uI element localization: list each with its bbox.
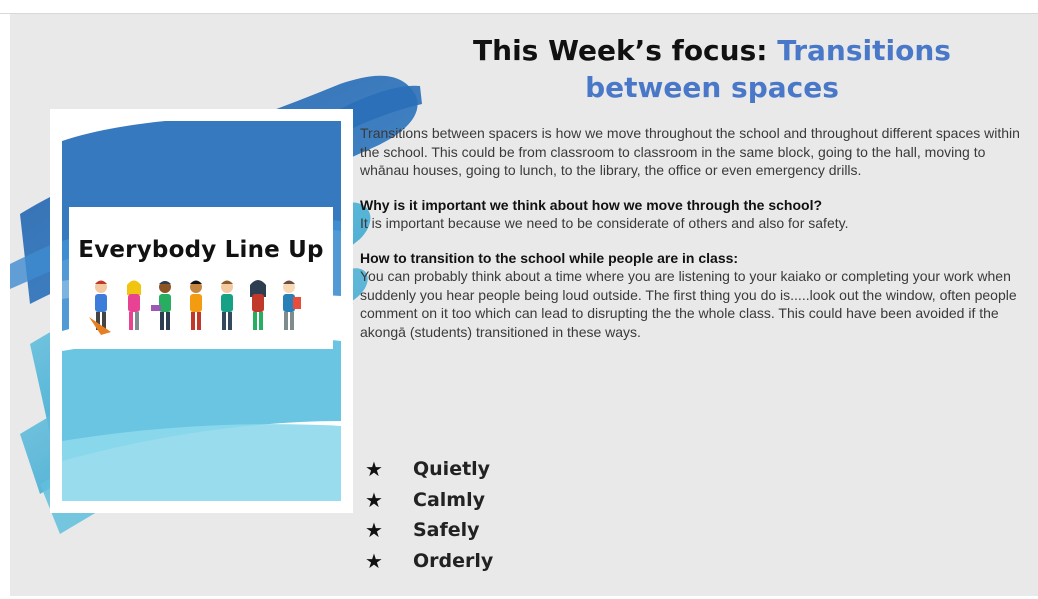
section-how-question: How to transition to the school while pe… — [360, 249, 739, 266]
content-body: Transitions between spacers is how we mo… — [360, 124, 1035, 357]
poster-title: Everybody Line Up — [78, 237, 324, 263]
star-icon: ★ — [365, 518, 383, 543]
everybody-line-up-card: Everybody Line Up — [69, 207, 333, 349]
section-why-answer: It is important because we need to be co… — [360, 215, 849, 231]
star-icon: ★ — [365, 548, 383, 573]
intro-paragraph: Transitions between spacers is how we mo… — [360, 125, 1020, 178]
page-heading: This Week’s focus: Transitions between s… — [402, 32, 1022, 106]
star-icon: ★ — [365, 487, 383, 512]
list-item: ★ Quietly — [365, 454, 493, 485]
list-item: ★ Safely — [365, 515, 493, 546]
section-how-answer: You can probably think about a time wher… — [360, 268, 1017, 340]
list-item-label: Quietly — [413, 458, 491, 481]
section-why: Why is it important we think about how w… — [360, 196, 1035, 233]
list-item-label: Calmly — [413, 488, 485, 511]
transition-ways-list: ★ Quietly ★ Calmly ★ Safely ★ Orderly — [365, 454, 493, 576]
list-item-label: Safely — [413, 519, 480, 542]
list-item-label: Orderly — [413, 549, 494, 572]
section-how: How to transition to the school while pe… — [360, 249, 1035, 342]
heading-prefix: This Week’s focus: — [473, 34, 768, 67]
list-item: ★ Calmly — [365, 485, 493, 516]
slide: Everybody Line Up This Week’s focus: Tra… — [10, 14, 1038, 596]
section-why-question: Why is it important we think about how w… — [360, 196, 823, 213]
list-item: ★ Orderly — [365, 546, 493, 577]
star-icon: ★ — [365, 457, 383, 482]
poster-frame: Everybody Line Up — [50, 109, 353, 513]
children-line-illustration — [89, 280, 301, 335]
